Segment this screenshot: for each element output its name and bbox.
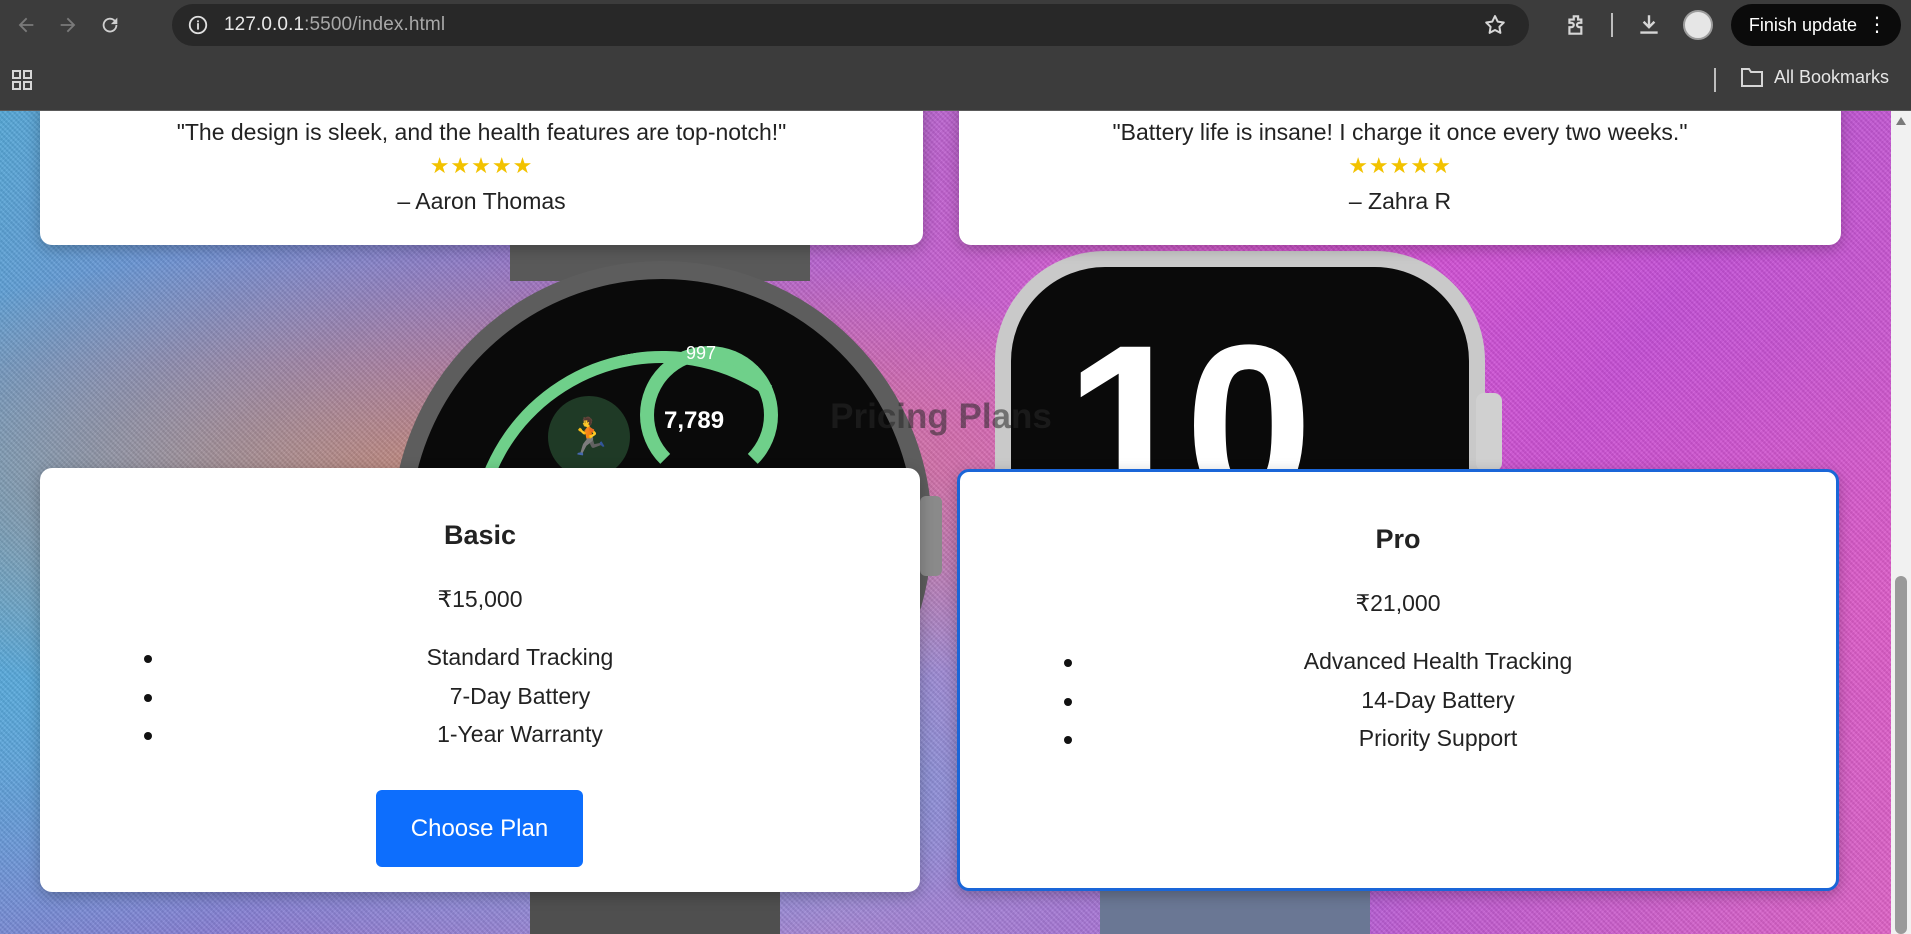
bookmark-star-icon[interactable]: [1483, 13, 1507, 42]
scroll-up-arrow-icon[interactable]: [1896, 117, 1906, 125]
apps-grid-icon[interactable]: [10, 68, 34, 97]
profile-avatar[interactable]: [1682, 10, 1713, 40]
choose-plan-button[interactable]: Choose Plan: [376, 790, 583, 867]
testimonial-quote: "The design is sleek, and the health fea…: [176, 119, 787, 145]
plan-name: Pro: [1375, 524, 1421, 554]
plan-feature: Advanced Health Tracking: [1040, 642, 1836, 681]
toolbar-right: Finish update ⋮: [1561, 0, 1911, 50]
plan-feature: Priority Support: [1040, 719, 1836, 758]
watch-left-crown: [920, 496, 942, 576]
plan-feature: Standard Tracking: [120, 638, 920, 677]
plan-card-pro: Pro ₹21,000 Advanced Health Tracking 14-…: [957, 469, 1839, 891]
url-host: 127.0.0.1: [224, 14, 305, 35]
testimonial-author: – Zahra R: [1348, 188, 1452, 214]
testimonial-quote: "Battery life is insane! I charge it onc…: [1112, 119, 1688, 145]
plan-price: ₹21,000: [1355, 590, 1441, 616]
plan-price: ₹15,000: [437, 586, 523, 612]
plan-card-basic: Basic ₹15,000 Standard Tracking 7-Day Ba…: [40, 468, 920, 892]
extensions-icon[interactable]: [1561, 9, 1593, 41]
arrow-left-icon: [18, 17, 34, 33]
arrow-right-icon: [60, 17, 76, 33]
plan-feature: 1-Year Warranty: [120, 715, 920, 754]
url-text: 127.0.0.1:5500/index.html: [224, 14, 445, 36]
folder-icon: [1741, 68, 1763, 87]
watch-left-small-number: 997: [686, 343, 717, 363]
rating-stars: ★★★★★: [1348, 153, 1452, 178]
more-menu-icon: ⋮: [1867, 14, 1887, 36]
testimonial-author: – Aaron Thomas: [397, 188, 566, 214]
plan-name: Basic: [443, 520, 517, 550]
page-scrollbar[interactable]: [1891, 111, 1911, 934]
plan-feature-list: Advanced Health Tracking 14-Day Battery …: [1040, 642, 1836, 758]
plan-feature: 7-Day Battery: [120, 677, 920, 716]
finish-update-label: Finish update: [1748, 14, 1857, 35]
testimonial-card: "Battery life is insane! I charge it onc…: [959, 111, 1841, 245]
all-bookmarks-button[interactable]: All Bookmarks: [1740, 66, 1889, 88]
pricing-section-title: Pricing Plans: [830, 397, 1052, 436]
url-path: :5500/index.html: [304, 14, 446, 35]
rating-stars: ★★★★★: [429, 153, 534, 178]
page-viewport: 7,789 997 🏃 10 "The design is sleek, and…: [0, 111, 1891, 934]
address-bar[interactable]: 127.0.0.1:5500/index.html: [172, 4, 1529, 46]
plan-feature-list: Standard Tracking 7-Day Battery 1-Year W…: [120, 638, 920, 754]
bookmarks-bar: All Bookmarks: [0, 50, 1911, 111]
toolbar-divider: [1610, 13, 1613, 37]
site-info-icon[interactable]: [186, 13, 210, 37]
bookmarks-divider: [1714, 68, 1716, 92]
forward-button[interactable]: [52, 9, 84, 41]
watch-right-strap-bottom: [1100, 891, 1370, 934]
finish-update-button[interactable]: Finish update ⋮: [1730, 4, 1901, 46]
browser-toolbar: 127.0.0.1:5500/index.html Finish update …: [0, 0, 1911, 50]
reload-icon: [102, 17, 118, 33]
back-button[interactable]: [10, 9, 42, 41]
plan-feature: 14-Day Battery: [1040, 681, 1836, 720]
download-icon[interactable]: [1633, 9, 1665, 41]
reload-button[interactable]: [94, 9, 126, 41]
all-bookmarks-label: All Bookmarks: [1774, 66, 1890, 87]
testimonial-card: "The design is sleek, and the health fea…: [40, 111, 923, 245]
scrollbar-thumb[interactable]: [1895, 576, 1907, 934]
